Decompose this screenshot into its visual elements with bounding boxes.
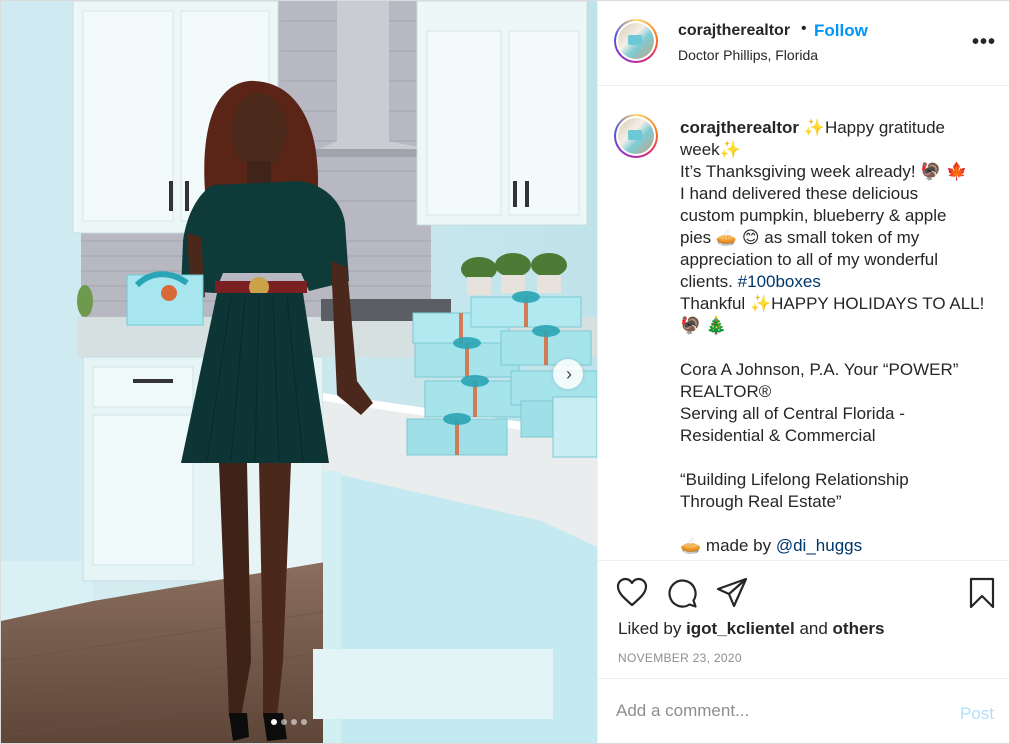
post-photo[interactable]: › <box>1 1 597 743</box>
carousel-dot <box>301 719 307 725</box>
pie-emoji: 🥧 <box>715 228 738 248</box>
avatar-inner <box>616 116 656 156</box>
mention-link[interactable]: @di_huggs <box>776 536 862 555</box>
post-comment-button[interactable]: Post <box>960 704 994 724</box>
liked-by-and: and <box>799 619 828 638</box>
avatar[interactable] <box>614 19 658 63</box>
caption-line: HAPPY HOLIDAYS TO ALL! <box>771 294 985 313</box>
caption-line: clients. <box>680 272 733 291</box>
caption-line: pies <box>680 228 712 247</box>
caption-line: appreciation to all of my wonderful <box>680 250 938 269</box>
avatar-image <box>618 118 654 154</box>
comment-icon[interactable] <box>666 577 698 609</box>
liked-by-prefix: Liked by <box>618 619 682 638</box>
sparkles-emoji: ✨ <box>719 140 741 160</box>
likes-summary: Liked by igot_kclientel and others <box>618 619 885 639</box>
caption-line: Serving all of Central Florida - <box>680 404 905 423</box>
more-options-icon[interactable]: ••• <box>972 31 996 54</box>
carousel-indicator <box>271 719 307 725</box>
separator-dot: • <box>801 20 807 37</box>
chevron-right-icon: › <box>566 364 572 384</box>
carousel-dot <box>271 719 277 725</box>
carousel-next-button[interactable]: › <box>553 359 583 389</box>
liked-by-user-link[interactable]: igot_kclientel <box>686 619 795 638</box>
sparkles-emoji: ✨ <box>749 294 772 314</box>
post-modal: › corajtherealtor • Follow Doctor Philli… <box>0 0 1010 744</box>
caption-line: Happy gratitude <box>824 118 945 137</box>
post-actions: Liked by igot_kclientel and others NOVEM… <box>598 560 1009 679</box>
caption-line: REALTOR® <box>680 382 772 401</box>
smile-emoji: 😊 <box>741 228 760 248</box>
caption-username[interactable]: corajtherealtor <box>680 118 799 137</box>
sparkles-emoji: ✨ <box>803 118 825 138</box>
caption-line: custom pumpkin, blueberry & apple <box>680 206 947 225</box>
tree-emoji: 🎄 <box>705 316 728 336</box>
caption-line: week <box>680 140 720 159</box>
caption-line: Cora A Johnson, P.A. Your “POWER” <box>680 360 959 379</box>
caption-line: I hand delivered these delicious <box>680 184 919 203</box>
post-header: corajtherealtor • Follow Doctor Phillips… <box>598 1 1009 86</box>
caption-line: Through Real Estate” <box>680 492 842 511</box>
post-details-panel: corajtherealtor • Follow Doctor Phillips… <box>597 1 1009 743</box>
share-icon[interactable] <box>716 577 748 609</box>
comment-composer: Post <box>598 678 1009 743</box>
bookmark-icon[interactable] <box>968 577 996 609</box>
caption-line: made by <box>705 536 772 555</box>
turkey-emoji: 🦃 <box>680 316 702 336</box>
caption-line: as small token of my <box>764 228 920 247</box>
caption-text: corajtherealtor ✨Happy gratitude week✨ I… <box>680 117 992 557</box>
post-author-username[interactable]: corajtherealtor <box>678 22 790 40</box>
hashtag-link[interactable]: #100boxes <box>738 272 821 291</box>
liked-by-others-link[interactable]: others <box>833 619 885 638</box>
caption-line: Thankful <box>680 294 746 313</box>
turkey-emoji: 🦃 <box>920 162 942 182</box>
caption-line: “Building Lifelong Relationship <box>680 470 909 489</box>
comment-input[interactable] <box>616 701 916 721</box>
heart-icon[interactable] <box>616 577 648 607</box>
caption-section: corajtherealtor ✨Happy gratitude week✨ I… <box>598 86 1009 560</box>
caption-line: Residential & Commercial <box>680 426 876 445</box>
caption-line: It’s Thanksgiving week already! <box>680 162 916 181</box>
follow-button[interactable]: Follow <box>814 21 868 41</box>
maple-leaf-emoji: 🍁 <box>946 162 968 182</box>
kitchen-photo-illustration <box>1 1 597 743</box>
pie-emoji: 🥧 <box>680 536 702 556</box>
post-date[interactable]: NOVEMBER 23, 2020 <box>618 651 742 665</box>
carousel-dot <box>281 719 287 725</box>
post-location[interactable]: Doctor Phillips, Florida <box>678 47 818 63</box>
avatar-image <box>618 23 654 59</box>
avatar-inner <box>616 21 656 61</box>
caption-avatar[interactable] <box>614 114 658 158</box>
carousel-dot <box>291 719 297 725</box>
